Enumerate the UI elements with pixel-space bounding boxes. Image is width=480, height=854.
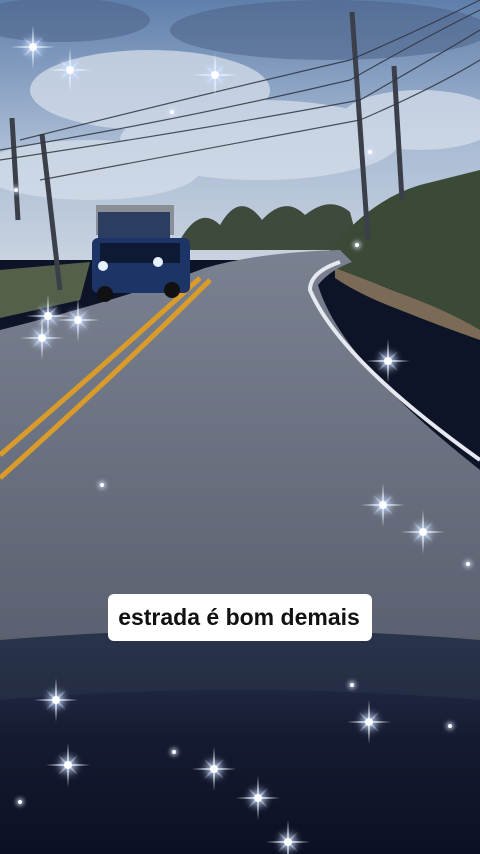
video-frame: estrada é bom demais	[0, 0, 480, 854]
road-scene-illustration	[0, 0, 480, 854]
caption-text: estrada é bom demais	[108, 594, 372, 641]
left-shoulder	[0, 262, 90, 318]
caption-container: estrada é bom demais	[0, 594, 480, 641]
